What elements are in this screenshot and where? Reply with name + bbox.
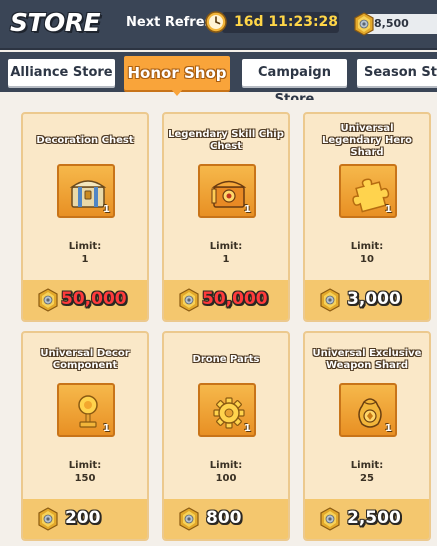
limit-label: Limit:: [209, 460, 243, 471]
limit-label: Limit:: [209, 241, 243, 252]
item-card-universal-decor-component[interactable]: Universal Decor Component 1 Limit: 150 2…: [21, 331, 149, 541]
item-card-decoration-chest[interactable]: Decoration Chest 1 Limit: 1 50,000: [21, 112, 149, 322]
tab-honor-shop[interactable]: Honor Shop: [124, 56, 230, 90]
store-tabs: Alliance Store Honor Shop Campaign Store…: [0, 52, 437, 107]
limit-value: 1: [222, 254, 230, 265]
buy-button[interactable]: 200: [23, 499, 147, 539]
item-card-legendary-skill-chip-chest[interactable]: Legendary Skill Chip Chest 1 Limit: 1 50…: [162, 112, 290, 322]
item-name: Universal Decor Component: [40, 348, 130, 371]
item-quantity: 1: [244, 204, 251, 215]
honor-coin-icon: [354, 12, 374, 36]
price-value: 3,000: [347, 289, 401, 309]
limit-label: Limit:: [68, 241, 102, 252]
item-slot: 1: [339, 383, 397, 437]
refresh-timer: 16d 11:23:28: [222, 12, 339, 33]
item-slot: 1: [57, 383, 115, 437]
item-name: Drone Parts: [192, 354, 260, 365]
item-slot: 1: [198, 383, 256, 437]
chest-icon: [69, 180, 107, 208]
item-grid: Decoration Chest 1 Limit: 1 50,000 Legen…: [0, 100, 437, 546]
buy-button[interactable]: 800: [164, 499, 288, 539]
item-quantity: 1: [103, 204, 110, 215]
item-slot: 1: [339, 164, 397, 218]
tab-campaign-store[interactable]: Campaign Store: [242, 59, 347, 107]
honor-coin-icon: [320, 288, 340, 312]
item-card-drone-parts[interactable]: Drone Parts 1 Limit: 100 800: [162, 331, 290, 541]
limit-value: 100: [215, 473, 237, 484]
buy-button[interactable]: 3,000: [305, 280, 429, 320]
limit-label: Limit:: [350, 241, 384, 252]
honor-coin-icon: [38, 288, 58, 312]
item-card-universal-legendary-hero-shard[interactable]: Universal Legendary Hero Shard 1 Limit: …: [303, 112, 431, 322]
honor-coin-icon: [38, 507, 58, 531]
item-name: Decoration Chest: [36, 135, 134, 146]
price-value: 50,000: [202, 289, 268, 309]
limit-value: 150: [74, 473, 96, 484]
weapon-shard-icon: [358, 398, 382, 428]
item-slot: 1: [57, 164, 115, 218]
limit-value: 1: [81, 254, 89, 265]
limit-value: 25: [360, 473, 374, 484]
price-value: 800: [206, 508, 242, 528]
price-value: 200: [65, 508, 101, 528]
buy-button[interactable]: 50,000: [164, 280, 288, 320]
item-quantity: 1: [244, 423, 251, 434]
item-slot: 1: [198, 164, 256, 218]
active-tab-pointer: [171, 89, 183, 96]
item-name: Legendary Skill Chip Chest: [168, 129, 284, 152]
limit-label: Limit:: [350, 460, 384, 471]
price-value: 50,000: [61, 289, 127, 309]
top-bar: STORE Next Refresh: 16d 11:23:28 8,500: [0, 0, 437, 50]
skill-chip-chest-icon: [211, 180, 247, 208]
item-card-universal-exclusive-weapon-shard[interactable]: Universal Exclusive Weapon Shard 1 Limit…: [303, 331, 431, 541]
gear-icon: [213, 397, 245, 429]
clock-icon: [205, 11, 227, 33]
honor-coin-icon: [179, 288, 199, 312]
price-value: 2,500: [347, 508, 401, 528]
buy-button[interactable]: 50,000: [23, 280, 147, 320]
tab-alliance-store[interactable]: Alliance Store: [8, 59, 115, 86]
page-title: STORE: [10, 8, 101, 37]
tab-season-store[interactable]: Season St: [357, 59, 437, 86]
buy-button[interactable]: 2,500: [305, 499, 429, 539]
trophy-icon: [78, 395, 98, 428]
puzzle-piece-icon: [352, 178, 390, 213]
item-quantity: 1: [385, 423, 392, 434]
item-name: Universal Legendary Hero Shard: [321, 123, 412, 158]
limit-value: 10: [360, 254, 374, 265]
limit-label: Limit:: [68, 460, 102, 471]
honor-coin-icon: [320, 507, 340, 531]
item-quantity: 1: [103, 423, 110, 434]
honor-coin-icon: [179, 507, 199, 531]
item-quantity: 1: [385, 204, 392, 215]
item-name: Universal Exclusive Weapon Shard: [312, 348, 422, 371]
